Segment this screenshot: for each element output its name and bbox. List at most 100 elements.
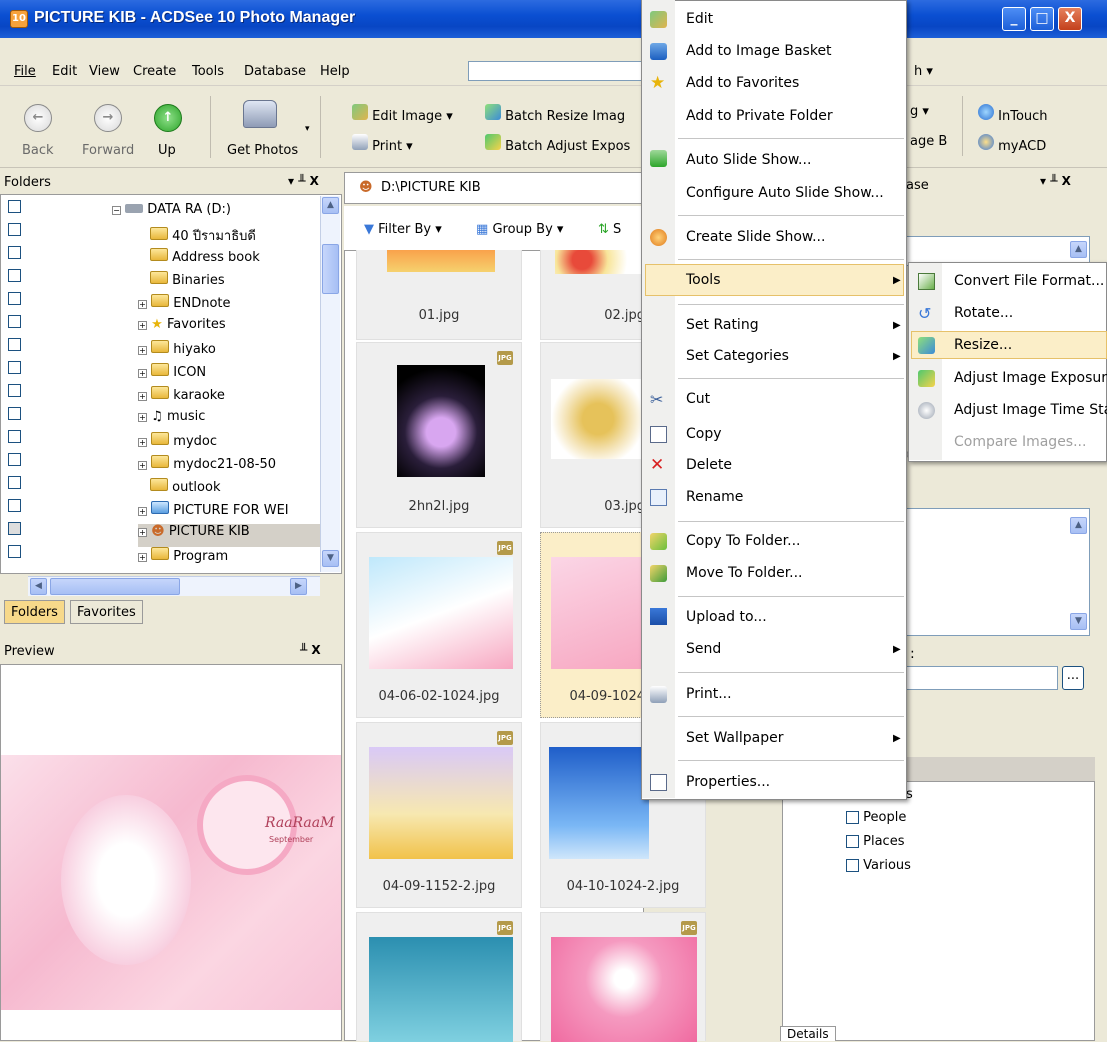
get-photos-label[interactable]: Get Photos: [227, 143, 298, 158]
minimize-button[interactable]: _: [1002, 7, 1026, 31]
ctx-delete[interactable]: Delete: [686, 457, 732, 473]
browse-button[interactable]: ...: [1062, 666, 1084, 690]
ctx-tools[interactable]: Tools: [686, 272, 721, 288]
folders-pane-controls[interactable]: ▾ ╨ X: [288, 174, 319, 188]
folder-item[interactable]: + mydoc: [138, 432, 320, 455]
ctx-auto-slide-show[interactable]: Auto Slide Show...: [686, 152, 811, 168]
expand-icon[interactable]: +: [138, 553, 147, 562]
category-checkbox[interactable]: [846, 859, 859, 872]
thumbnail[interactable]: JPG: [356, 912, 522, 1042]
thumbnail[interactable]: JPG 04-09-1152-2.jpg: [356, 722, 522, 908]
up-arrow-icon[interactable]: ↑: [154, 104, 182, 132]
menu-edit[interactable]: Edit: [52, 64, 77, 79]
get-photos-dropdown-icon[interactable]: ▾: [305, 124, 310, 134]
ctx-upload-to[interactable]: Upload to...: [686, 609, 767, 625]
folder-item[interactable]: + ♫ music: [138, 409, 320, 432]
ctx-create-slide-show[interactable]: Create Slide Show...: [686, 229, 825, 245]
right-pane-controls[interactable]: ▾ ╨ X: [1040, 174, 1071, 188]
menu-view[interactable]: View: [89, 64, 120, 79]
collapse-icon[interactable]: −: [112, 206, 121, 215]
menu-tools[interactable]: Tools: [192, 64, 224, 79]
thumbnail[interactable]: JPG 04-06-02-1024.jpg: [356, 532, 522, 718]
folder-checkbox[interactable]: [8, 522, 21, 535]
folder-item[interactable]: + hiyako: [138, 340, 320, 363]
folder-item[interactable]: + PICTURE FOR WEI: [138, 501, 320, 524]
intouch-button[interactable]: InTouch: [978, 104, 1048, 124]
tab-details[interactable]: Details: [780, 1026, 836, 1041]
ctx-properties[interactable]: Properties...: [686, 774, 770, 790]
folder-checkbox[interactable]: [8, 407, 21, 420]
ctx-send[interactable]: Send: [686, 641, 721, 657]
expand-icon[interactable]: +: [138, 461, 147, 470]
print-button[interactable]: Print ▾: [352, 134, 413, 154]
expand-icon[interactable]: +: [138, 321, 147, 330]
folders-vscrollbar[interactable]: ▲ ▼: [320, 196, 340, 572]
scroll-up-icon[interactable]: ▲: [322, 197, 339, 214]
folder-item-selected[interactable]: + ☻ PICTURE KIB: [138, 524, 320, 547]
scroll-left-icon[interactable]: ◀: [30, 578, 47, 595]
folder-item[interactable]: 40 ปีรามาธิบดี: [138, 225, 320, 248]
scroll-thumb[interactable]: [322, 244, 339, 294]
expand-icon[interactable]: +: [138, 392, 147, 401]
folder-item[interactable]: + mydoc21-08-50: [138, 455, 320, 478]
category-checkbox[interactable]: [846, 811, 859, 824]
folder-checkbox[interactable]: [8, 476, 21, 489]
folders-hscrollbar[interactable]: ◀ ▶: [28, 576, 320, 596]
ctx-set-categories[interactable]: Set Categories: [686, 348, 789, 364]
menu-file[interactable]: File: [14, 64, 36, 79]
folder-item[interactable]: + Program: [138, 547, 320, 570]
sub-convert-file-format[interactable]: Convert File Format...: [954, 273, 1104, 289]
sub-resize[interactable]: Resize...: [954, 337, 1012, 353]
tree-root[interactable]: − DATA RA (D:): [112, 202, 231, 225]
hscroll-thumb[interactable]: [50, 578, 180, 595]
ctx-rename[interactable]: Rename: [686, 489, 743, 505]
folder-checkbox[interactable]: [8, 499, 21, 512]
preview-pane-controls[interactable]: ╨ X: [300, 643, 321, 657]
back-arrow-icon[interactable]: ←: [24, 104, 52, 132]
menu-right-fragment[interactable]: h ▾: [914, 64, 933, 79]
forward-arrow-icon[interactable]: →: [94, 104, 122, 132]
expand-icon[interactable]: +: [138, 369, 147, 378]
expand-icon[interactable]: +: [138, 507, 147, 516]
folder-checkbox[interactable]: [8, 430, 21, 443]
expand-icon[interactable]: +: [138, 413, 147, 422]
menu-create[interactable]: Create: [133, 64, 176, 79]
folder-checkbox[interactable]: [8, 292, 21, 305]
myacd-button[interactable]: myACD: [978, 134, 1046, 154]
thumbnail[interactable]: 02.jpg: [540, 250, 645, 340]
scroll-right-icon[interactable]: ▶: [290, 578, 307, 595]
folder-checkbox[interactable]: [8, 453, 21, 466]
ctx-copy[interactable]: Copy: [686, 426, 722, 442]
category-people[interactable]: People: [846, 810, 906, 825]
folder-checkbox[interactable]: [8, 315, 21, 328]
folder-checkbox[interactable]: [8, 269, 21, 282]
expand-icon[interactable]: +: [138, 438, 147, 447]
expand-icon[interactable]: +: [138, 346, 147, 355]
ctx-add-to-private[interactable]: Add to Private Folder: [686, 108, 833, 124]
ctx-add-to-basket[interactable]: Add to Image Basket: [686, 43, 832, 59]
category-places[interactable]: Places: [846, 834, 904, 849]
category-checkbox[interactable]: [846, 835, 859, 848]
ctx-add-to-favorites[interactable]: Add to Favorites: [686, 75, 799, 91]
ctx-set-wallpaper[interactable]: Set Wallpaper: [686, 730, 783, 746]
right-pane-notes[interactable]: ▲ ▼: [906, 508, 1090, 636]
expand-icon[interactable]: +: [138, 528, 147, 537]
folder-checkbox[interactable]: [8, 200, 21, 213]
folder-checkbox[interactable]: [8, 223, 21, 236]
ctx-configure-slide-show[interactable]: Configure Auto Slide Show...: [686, 185, 884, 201]
folder-item[interactable]: Address book: [138, 248, 320, 271]
sub-rotate[interactable]: Rotate...: [954, 305, 1013, 321]
folder-item[interactable]: + ENDnote: [138, 294, 320, 317]
sub-adjust-exposure[interactable]: Adjust Image Exposure: [954, 370, 1107, 386]
group-by-button[interactable]: ▦ Group By ▾: [476, 222, 563, 237]
ctx-print[interactable]: Print...: [686, 686, 732, 702]
folder-item[interactable]: Binaries: [138, 271, 320, 294]
folder-item[interactable]: + karaoke: [138, 386, 320, 409]
toolbar-right-age[interactable]: age B: [910, 134, 947, 149]
quick-search-input[interactable]: [468, 61, 648, 81]
ctx-edit[interactable]: Edit: [686, 11, 713, 27]
ctx-set-rating[interactable]: Set Rating: [686, 317, 759, 333]
folder-checkbox[interactable]: [8, 545, 21, 558]
thumbnail-selected[interactable]: 04-09-1024: [540, 532, 645, 718]
folder-item[interactable]: + ICON: [138, 363, 320, 386]
